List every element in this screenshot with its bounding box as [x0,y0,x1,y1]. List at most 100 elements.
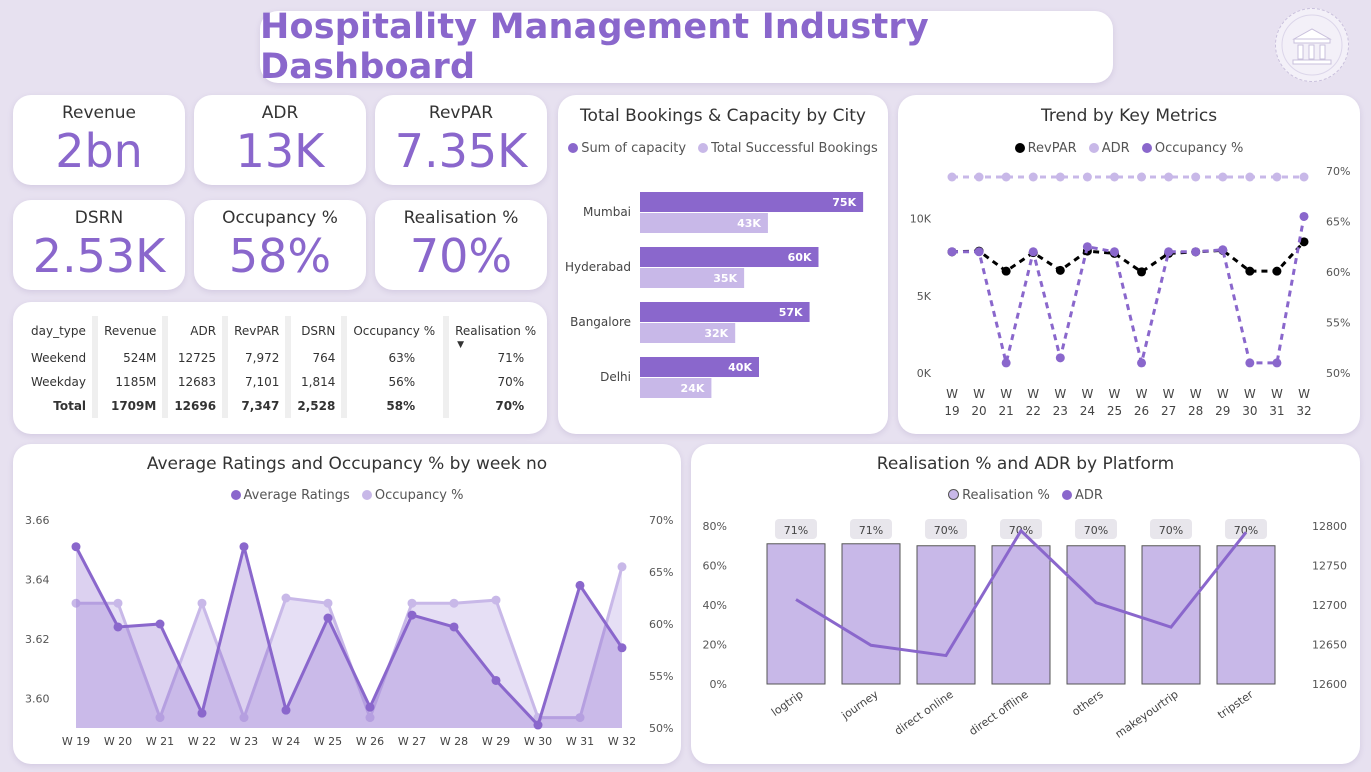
y2-tick-label: 60% [649,618,673,631]
column-header[interactable]: DSRN [285,316,341,346]
table-cell: 7,347 [222,394,285,418]
x-tick-label: 23 [1053,404,1068,418]
kpi-label: Revenue [61,103,137,123]
occupancy-point [617,562,627,572]
column-header[interactable]: Occupancy % [341,316,443,346]
table-cell: Total [53,399,87,413]
ratings-point [533,720,543,730]
realisation-bar [916,545,976,685]
kpi-value: 58% [228,229,332,283]
ratings-point [365,702,375,712]
adr-point [1164,172,1174,182]
column-header[interactable]: Revenue [92,316,162,346]
x-tick-label: W [1217,387,1229,401]
adr-point [1109,172,1119,182]
x-tick-label: journey [839,688,882,723]
y2-tick-label: 70% [1326,165,1350,178]
x-tick-label: makeyourtrip [1113,688,1181,741]
table-cell: 764 [285,346,341,370]
data-label: 24K [681,382,705,395]
adr-point [1218,172,1228,182]
table-cell: 7,101 [222,370,285,394]
table-cell: 56% [341,370,443,394]
x-tick-label: W 22 [188,735,216,748]
adr-point [1001,172,1011,182]
ratings-point [197,708,207,718]
y2-tick-label: 55% [649,670,673,683]
x-tick-label: 31 [1269,404,1284,418]
kpi-value: 2bn [55,124,143,178]
x-tick-label: tripster [1215,688,1256,722]
data-label: 35K [713,272,737,285]
kpi-value: 2.53K [32,229,166,283]
table-cell: 12683 [162,370,222,394]
occupancy-point [1028,247,1038,257]
table-header-row: day_type Revenue ADR RevPAR DSRN Occupan… [27,316,546,350]
table-cell: 63% [341,346,443,370]
column-header[interactable]: RevPAR [222,316,285,346]
kpi-label: RevPAR [428,103,494,123]
y-tick-label: 0K [917,367,932,380]
table-row: Weekday 1185M 12683 7,101 1,814 56% 70% [27,370,546,394]
x-tick-label: 29 [1215,404,1230,418]
occupancy-point [947,247,957,257]
adr-point [1055,172,1065,182]
adr-point [1082,172,1092,182]
data-label: 75K [832,196,856,209]
table-cell: 1,814 [285,370,341,394]
x-tick-label: W [1109,387,1121,401]
x-tick-label: W 27 [398,735,426,748]
table-cell: 7,972 [222,346,285,370]
y2-tick-label: 50% [1326,367,1350,380]
x-tick-label: W 24 [272,735,300,748]
column-header[interactable]: ADR [162,316,222,346]
sort-descending-icon: ▼ [457,340,465,350]
y2-tick-label: 12650 [1312,639,1347,652]
x-tick-label: 21 [999,404,1014,418]
x-tick-label: W [946,387,958,401]
occupancy-point [1245,358,1255,368]
x-tick-label: W 29 [482,735,510,748]
kpi-label: Realisation % [403,208,519,228]
x-tick-label: W 30 [524,735,552,748]
data-label: 40K [728,361,752,374]
x-tick-label: W 23 [230,735,258,748]
x-tick-label: W [1054,387,1066,401]
table-cell: 524M [92,346,162,370]
ratings-point [407,610,417,620]
data-label: 60K [788,251,812,264]
x-tick-label: 25 [1107,404,1122,418]
table-row: Weekend 524M 12725 7,972 764 63% 71% [27,346,546,370]
kpi-revenue: Revenue 2bn [13,95,185,185]
x-tick-label: W 31 [566,735,594,748]
x-tick-label: direct online [892,688,956,738]
table-cell: 12725 [162,346,222,370]
x-tick-label: W 26 [356,735,384,748]
y-tick-label: 40% [703,599,727,612]
adr-point [1137,172,1147,182]
y-tick-label: 3.62 [25,633,50,646]
y2-tick-label: 50% [649,722,673,735]
x-tick-label: W [1000,387,1012,401]
y-tick-label: 10K [910,213,932,226]
data-label: 70% [1084,524,1108,537]
adr-point [1028,172,1038,182]
title-card: Hospitality Management Industry Dashboar… [260,7,1113,87]
x-tick-label: 22 [1026,404,1041,418]
column-header[interactable]: day_type [27,316,92,346]
x-tick-label: 30 [1242,404,1257,418]
x-tick-label: W [1244,387,1256,401]
y-tick-label: 0% [710,678,727,691]
adr-point [1299,172,1309,182]
ratings-point [323,613,333,623]
occupancy-point [1001,358,1011,368]
x-tick-label: W [1163,387,1175,401]
realisation-bar [1141,545,1201,685]
ratings-point [239,542,249,552]
y2-tick-label: 12600 [1312,678,1347,691]
revpar-point [1055,265,1065,275]
column-header-sorted[interactable]: Realisation % ▼ [443,316,546,350]
table-cell: 70% [443,394,546,418]
data-label: 57K [779,306,803,319]
table-total-row: Total 1709M 12696 7,347 2,528 58% 70% [27,394,546,418]
